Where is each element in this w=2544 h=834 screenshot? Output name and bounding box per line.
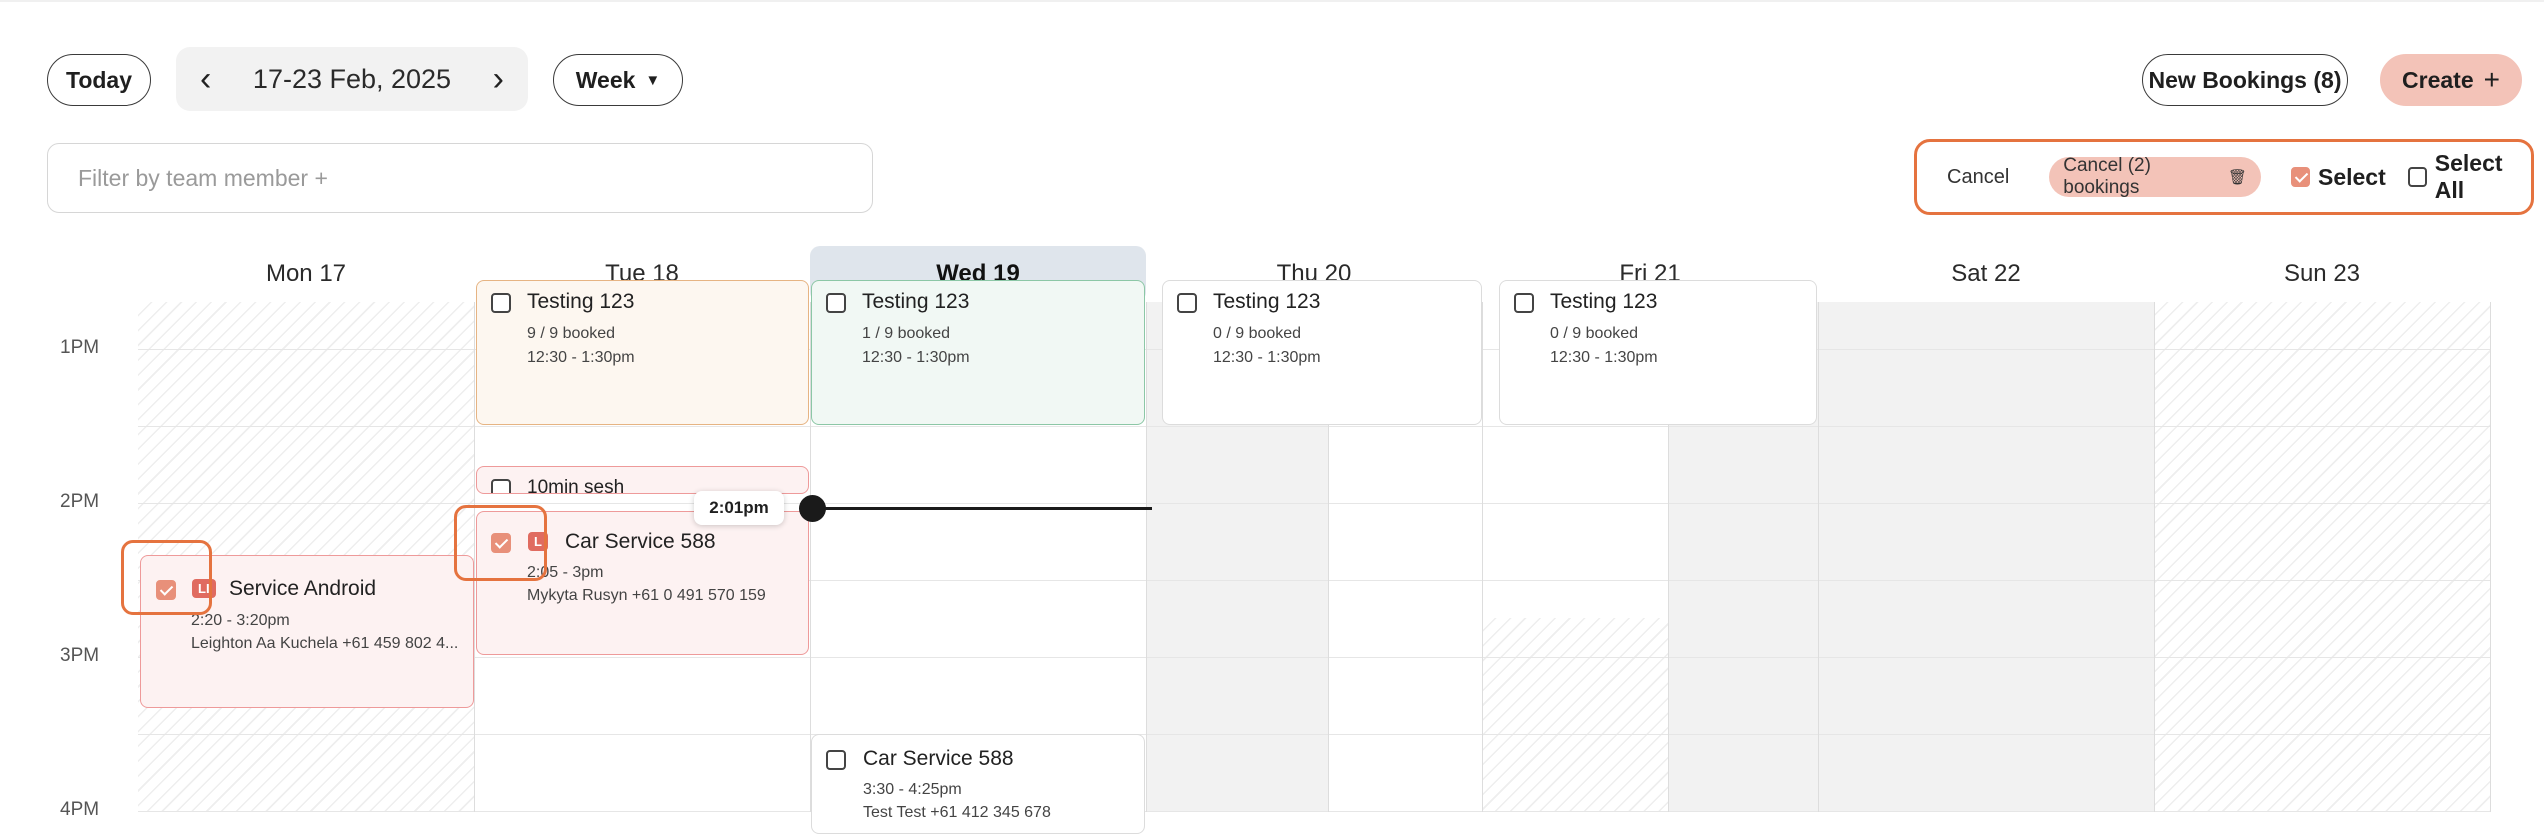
date-navigator: ‹ 17-23 Feb, 2025 › [176,47,528,111]
day-divider [1146,302,1147,812]
day-header-sat[interactable]: Sat 22 [1818,246,2154,302]
event-title: Testing 123 [527,290,635,313]
grid-line [138,734,2490,735]
team-member-filter-input[interactable] [47,143,873,213]
select-label: Select [2317,163,2386,190]
hour-label-1pm: 1PM [60,337,100,358]
hour-label-2pm: 2PM [60,491,100,512]
view-label: Week [575,66,636,93]
event-time: 12:30 - 1:30pm [527,349,635,366]
trash-icon: 🗑 [2227,169,2247,186]
event-person: Mykyta Rusyn +61 0 491 570 159 [527,587,766,604]
new-bookings-button[interactable]: New Bookings (8) [2142,54,2348,106]
event-time: 2:20 - 3:20pm [191,612,290,629]
day-divider [1482,302,1483,812]
top-divider [0,0,2544,2]
now-line [812,507,1152,510]
event-booked-count: 9 / 9 booked [527,325,616,342]
event-booked-count: 0 / 9 booked [1213,325,1302,342]
event-title: Testing 123 [862,290,970,313]
grid-line [138,503,2490,504]
hour-label-4pm: 4PM [60,799,100,820]
select-all-checkbox[interactable] [2407,167,2427,187]
selection-highlight [454,505,547,581]
event-booked-count: 0 / 9 booked [1550,325,1639,342]
selection-highlight [121,540,212,615]
grid-line [138,657,2490,658]
event-title: Car Service 588 [863,747,1014,770]
event-time: 12:30 - 1:30pm [862,349,970,366]
event-person: Test Test +61 412 345 678 [863,804,1051,821]
event-person: Leighton Aa Kuchela +61 459 802 4... [191,635,459,652]
view-dropdown[interactable]: Week ▼ [553,54,683,106]
cancel-selection-button[interactable]: Cancel [1947,166,2009,189]
next-week-chevron-icon[interactable]: › [493,62,504,96]
select-checkbox[interactable] [2290,167,2310,187]
prev-week-chevron-icon[interactable]: ‹ [200,62,211,96]
event-booked-count: 1 / 9 booked [862,325,951,342]
event-time: 12:30 - 1:30pm [1213,349,1321,366]
cancel-bookings-button[interactable]: Cancel (2) bookings 🗑 [2049,155,2261,198]
event-time: 12:30 - 1:30pm [1550,349,1658,366]
event-checkbox[interactable] [1177,293,1197,313]
date-range-label: 17-23 Feb, 2025 [252,63,452,94]
closed-area-sat [1818,302,2154,812]
event-checkbox[interactable] [826,750,846,770]
day-header-sun[interactable]: Sun 23 [2154,246,2490,302]
now-dot [799,495,826,522]
plus-icon: + [2483,64,2500,95]
cancel-bookings-label: Cancel (2) bookings [2063,155,2151,198]
today-button[interactable]: Today [47,54,151,106]
event-checkbox[interactable] [1514,293,1534,313]
event-wed-testing[interactable]: Testing 123 1 / 9 booked 12:30 - 1:30pm [811,280,1145,425]
grid-line [138,426,2490,427]
event-title: Service Android [229,577,377,600]
day-divider [1818,302,1819,812]
caret-down-icon: ▼ [645,71,661,89]
event-fri-testing[interactable]: Testing 123 0 / 9 booked 12:30 - 1:30pm [1499,280,1817,425]
event-thu-testing[interactable]: Testing 123 0 / 9 booked 12:30 - 1:30pm [1162,280,1482,425]
create-label: Create [2402,66,2474,93]
unavailable-area-sun [2154,302,2490,812]
event-checkbox[interactable] [491,293,511,313]
hour-label-3pm: 3PM [60,645,100,666]
event-tue-testing[interactable]: Testing 123 9 / 9 booked 12:30 - 1:30pm [476,280,809,425]
event-title: Testing 123 [1550,290,1658,313]
day-header-mon[interactable]: Mon 17 [138,246,474,302]
event-checkbox[interactable] [826,293,846,313]
day-divider [2490,302,2491,812]
event-title: Car Service 588 [565,530,716,553]
event-checkbox[interactable] [491,479,511,493]
unavailable-area-fri [1482,618,1668,812]
event-tue-10min[interactable]: 10min sesh [476,466,809,494]
event-title: Testing 123 [1213,290,1321,313]
selection-bar: Cancel Cancel (2) bookings 🗑 Select Sele… [1914,139,2534,215]
day-divider [2154,302,2155,812]
select-all-label: Select All [2434,150,2503,203]
create-button[interactable]: Create + [2380,54,2522,106]
event-wed-car-service[interactable]: Car Service 588 3:30 - 4:25pm Test Test … [811,734,1145,834]
event-title: 10min sesh [527,477,625,494]
now-time-label: 2:01pm [694,491,784,525]
event-time: 3:30 - 4:25pm [863,781,962,798]
